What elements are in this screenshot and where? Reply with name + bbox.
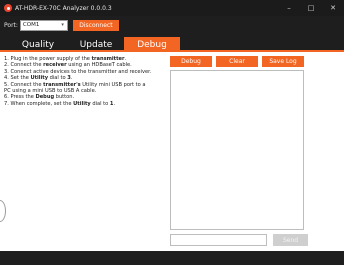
minimize-icon[interactable]: – — [278, 0, 300, 16]
instructions-list: 1. Plug in the power supply of the trans… — [4, 56, 174, 107]
chevron-down-icon: ▾ — [61, 21, 64, 28]
clear-button[interactable]: Clear — [216, 56, 258, 67]
send-button[interactable]: Send — [273, 234, 308, 246]
window-title: AT-HDR-EX-70C Analyzer 0.0.0.3 — [15, 4, 112, 12]
port-toolbar: Port: COM1 ▾ Disconnect — [0, 16, 344, 34]
window-controls: – □ ✕ — [278, 0, 344, 16]
debug-button[interactable]: Debug — [170, 56, 212, 67]
save-log-button[interactable]: Save Log — [262, 56, 304, 67]
port-select[interactable]: COM1 ▾ — [19, 19, 68, 31]
maximize-icon[interactable]: □ — [300, 0, 322, 16]
tab-underline — [0, 50, 344, 52]
close-icon[interactable]: ✕ — [322, 0, 344, 16]
status-bar — [0, 251, 344, 265]
send-command-input[interactable] — [170, 234, 267, 246]
port-label: Port: — [4, 21, 18, 29]
instruction-step: 7. When complete, set the Utility dial t… — [4, 100, 116, 107]
edge-artifact — [0, 200, 6, 222]
disconnect-button[interactable]: Disconnect — [72, 19, 119, 31]
title-bar: AT-HDR-EX-70C Analyzer 0.0.0.3 – □ ✕ — [0, 0, 344, 16]
debug-log-output[interactable] — [170, 70, 304, 230]
app-logo-icon — [4, 4, 12, 12]
port-selected-value: COM1 — [22, 22, 40, 28]
